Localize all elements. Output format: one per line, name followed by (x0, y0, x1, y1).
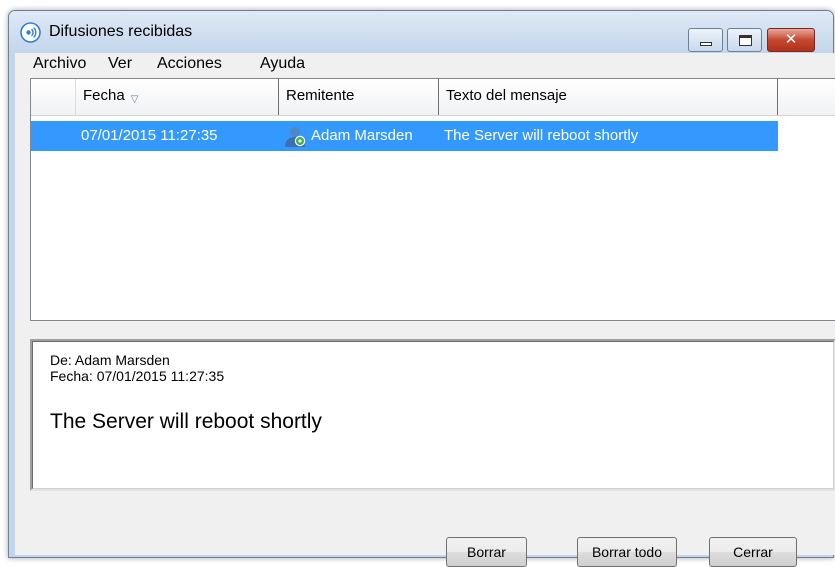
minimize-button[interactable] (688, 28, 723, 52)
minimize-icon (700, 42, 712, 46)
maximize-button[interactable] (727, 28, 762, 52)
menu-acciones[interactable]: Acciones (157, 55, 222, 73)
broadcast-list[interactable]: Fecha ▽ Remitente Texto del mensaje 07/01… (30, 78, 835, 321)
column-header-date[interactable]: Fecha ▽ (76, 79, 279, 115)
table-row[interactable]: 07/01/2015 11:27:35 Adam Marsden The Ser… (31, 121, 778, 151)
delete-all-button-label: Borrar todo (591, 544, 663, 560)
row-sender: Adam Marsden (311, 127, 413, 144)
preview-message-body: The Server will reboot shortly (50, 410, 322, 433)
column-header-message[interactable]: Texto del mensaje (439, 79, 778, 115)
preview-date: Fecha: 07/01/2015 11:27:35 (50, 368, 225, 384)
delete-button[interactable]: Borrar (446, 537, 527, 567)
close-window-button[interactable]: ✕ (767, 28, 815, 52)
message-preview[interactable]: De: Adam Marsden Fecha: 07/01/2015 11:27… (30, 339, 835, 491)
title-bar[interactable]: Difusiones recibidas ✕ (9, 11, 833, 55)
user-online-icon (285, 127, 306, 147)
column-header-sender[interactable]: Remitente (279, 79, 439, 115)
menu-ver[interactable]: Ver (108, 55, 132, 73)
delete-all-button[interactable]: Borrar todo (577, 537, 677, 567)
column-header-message-label: Texto del mensaje (446, 87, 567, 104)
dialog-body: Archivo Ver Acciones Ayuda Fecha ▽ Remite… (15, 53, 835, 567)
sort-descending-icon: ▽ (130, 94, 139, 105)
row-message: The Server will reboot shortly (444, 127, 639, 144)
preview-from: De: Adam Marsden (50, 352, 170, 368)
row-date: 07/01/2015 11:27:35 (81, 127, 218, 144)
menu-archivo[interactable]: Archivo (33, 55, 86, 73)
close-icon: ✕ (784, 30, 798, 48)
close-button-label: Cerrar (733, 544, 773, 560)
window-title: Difusiones recibidas (49, 23, 193, 40)
delete-button-label: Borrar (467, 544, 506, 560)
broadcast-icon (20, 22, 41, 43)
close-button[interactable]: Cerrar (709, 537, 797, 567)
maximize-icon (739, 35, 752, 46)
list-header: Fecha ▽ Remitente Texto del mensaje (31, 79, 835, 116)
column-header-icon[interactable] (31, 79, 76, 115)
column-header-sender-label: Remitente (286, 87, 355, 104)
column-header-date-label: Fecha (83, 87, 125, 104)
menu-bar: Archivo Ver Acciones Ayuda (15, 53, 835, 77)
menu-ayuda[interactable]: Ayuda (260, 55, 305, 73)
message-preview-frame: De: Adam Marsden Fecha: 07/01/2015 11:27… (32, 341, 834, 489)
